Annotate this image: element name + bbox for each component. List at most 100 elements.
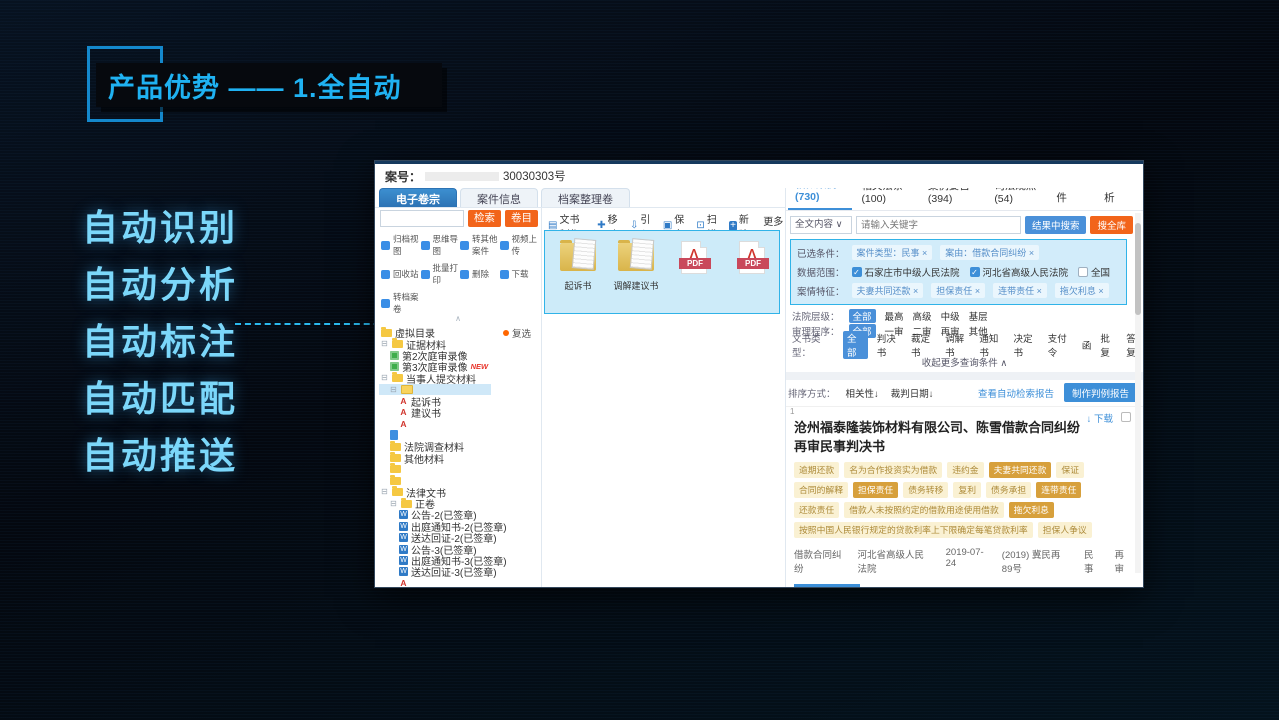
meta-item: 再审 [1115,547,1132,575]
pdf-icon [399,396,408,406]
tool-button[interactable]: 思维导图 [421,233,461,257]
document-folder-item[interactable]: 起诉书 [553,239,603,313]
filter-option[interactable]: 批复 [1100,331,1117,359]
filter-option[interactable]: 最高 [885,309,904,323]
analysis-tab-2[interactable]: 案例要旨(394) [921,188,985,210]
keyword-input[interactable] [856,216,1021,234]
document-folder-item[interactable]: 调解建议书 [611,239,661,313]
filter-option[interactable]: 高级 [913,309,932,323]
scope-checkbox[interactable]: 全国 [1078,265,1110,279]
multi-select-toggle[interactable]: 复选 [503,326,531,340]
tree-item[interactable]: 起诉书 [379,395,539,406]
collapse-chevron-icon[interactable]: ∧ [375,315,541,324]
result-tag[interactable]: 拖欠利息 [1009,502,1054,518]
filter-option[interactable]: 中级 [941,309,960,323]
result-tag[interactable]: 按照中国人民银行规定的贷款利率上下限确定每笔贷款利率 [794,522,1033,538]
detail-tab-1[interactable]: 引用法条 [864,584,930,588]
search-in-results-button[interactable]: 结果中搜索 [1025,216,1087,234]
analysis-tab-4[interactable]: 关联案件 [1049,188,1095,210]
tree-item[interactable] [379,475,539,486]
result-tag[interactable]: 夫妻共同还款 [989,462,1052,478]
window-tab-1[interactable]: 案件信息 [460,188,538,207]
result-tag[interactable]: 借款人未按照约定的借款用途使用借款 [844,502,1004,518]
search-all-button[interactable]: 搜全库 [1090,216,1133,234]
feature-chip[interactable]: 拖欠利息 [1055,283,1109,298]
pdf-file-item[interactable]: PDF [727,239,777,313]
analysis-tab-1[interactable]: 相关法条(100) [854,188,918,210]
search-input[interactable] [380,210,464,227]
tree-item[interactable]: ⊟法律文书 [379,486,539,497]
catalog-button[interactable]: 卷目 [505,210,538,227]
window-tab-0[interactable]: 电子卷宗 [379,188,457,207]
tool-icon [421,241,430,250]
make-case-report-button[interactable]: 制作判例报告 [1064,383,1137,402]
result-tag[interactable]: 复利 [953,482,981,498]
result-tag[interactable]: 债务承担 [986,482,1031,498]
detail-tab-0[interactable]: 本院认为 [794,584,860,588]
condition-chip[interactable]: 案件类型：民事 [852,245,933,260]
right-scrollbar[interactable] [1135,213,1141,573]
download-link[interactable]: ↓ 下载 [1087,409,1113,425]
tree-item[interactable] [379,464,539,475]
scope-checkbox[interactable]: 石家庄市中级人民法院 [852,265,960,279]
result-tag[interactable]: 连带责任 [1036,482,1081,498]
tool-button[interactable]: 转其他案件 [460,233,500,257]
scrollbar-thumb[interactable] [1135,223,1141,315]
result-tag[interactable]: 担保人争议 [1038,522,1092,538]
result-tag[interactable]: 违约金 [947,462,983,478]
search-field-select[interactable]: 全文内容 ∨ [790,216,852,234]
expand-toggle-icon[interactable]: ⊟ [390,500,398,508]
sort-option[interactable]: 相关性↓ [846,386,879,400]
auto-search-report-link[interactable]: 查看自动检索报告 [978,386,1054,400]
result-title[interactable]: 沧州福泰隆装饰材料有限公司、陈雪借款合同纠纷再审民事判决书 [794,409,1087,455]
tool-button[interactable]: 下载 [500,262,538,286]
tree-item[interactable]: 法院调查材料 [379,441,539,452]
analysis-tab-5[interactable]: 串案分析 [1097,188,1143,210]
expand-toggle-icon[interactable]: ⊟ [381,488,389,496]
meta-item: (2019) 冀民再89号 [1002,547,1070,575]
slide-title-bar: 产品优势 —— 1.全自动 [96,63,442,107]
tool-button[interactable]: 回收站 [381,262,421,286]
tree-item[interactable] [379,418,539,429]
collapse-more-conditions-link[interactable]: 收起更多查询条件 ∧ [786,353,1143,368]
sort-option[interactable]: 裁判日期↓ [891,386,934,400]
result-checkbox[interactable] [1121,412,1131,422]
filter-option[interactable]: 函 [1082,338,1092,352]
window-tab-2[interactable]: 档案整理卷 [541,188,630,207]
filter-option[interactable]: 支付令 [1048,331,1073,359]
feature-chip[interactable]: 连带责任 [993,283,1047,298]
feature-chip[interactable]: 夫妻共同还款 [852,283,924,298]
tool-button[interactable]: 视频上传 [500,233,538,257]
filter-option[interactable]: 判决书 [877,331,902,359]
analysis-tab-3[interactable]: 司法观点(54) [987,188,1047,210]
result-tag[interactable]: 保证 [1056,462,1084,478]
result-tag[interactable]: 逾期还款 [794,462,839,478]
scope-checkbox[interactable]: 河北省高级人民法院 [970,265,1069,279]
result-tag[interactable]: 名为合作投资实为借款 [844,462,942,478]
tree-item[interactable]: 建议书 [379,407,539,418]
expand-toggle-icon[interactable]: ⊟ [381,374,389,382]
result-tag[interactable]: 债务转移 [903,482,948,498]
tool-button[interactable]: 删除 [460,262,500,286]
result-tag[interactable]: 担保责任 [853,482,898,498]
filter-option[interactable]: 全部 [843,331,868,359]
detail-tab-2[interactable]: 历审案件 [934,584,1000,588]
pdf-file-item[interactable]: PDF [669,239,719,313]
filter-option[interactable]: 决定书 [1014,331,1039,359]
tool-button[interactable]: 转档案卷 [381,291,421,315]
analysis-tab-0[interactable]: 相似案例(730) [788,188,852,210]
filter-option-row: 法院层级：全部最高高级中级基层 [786,309,1143,324]
condition-chip[interactable]: 案由：借款合同纠纷 [940,245,1039,260]
tool-button[interactable]: 批量打印 [421,262,461,286]
filter-option[interactable]: 全部 [849,309,876,323]
tool-button[interactable]: 归档视图 [381,233,421,257]
result-tag[interactable]: 还款责任 [794,502,839,518]
filter-option[interactable]: 基层 [969,309,988,323]
result-tag[interactable]: 合同的解释 [794,482,848,498]
feature-chip[interactable]: 担保责任 [931,283,985,298]
search-button[interactable]: 检索 [468,210,501,227]
expand-toggle-icon[interactable]: ⊟ [381,340,389,348]
tree-item[interactable]: 虚拟目录复选 [379,327,539,338]
tree-item[interactable]: 送达回证-3(已签章) [379,566,539,577]
expand-toggle-icon[interactable]: ⊟ [390,386,398,394]
